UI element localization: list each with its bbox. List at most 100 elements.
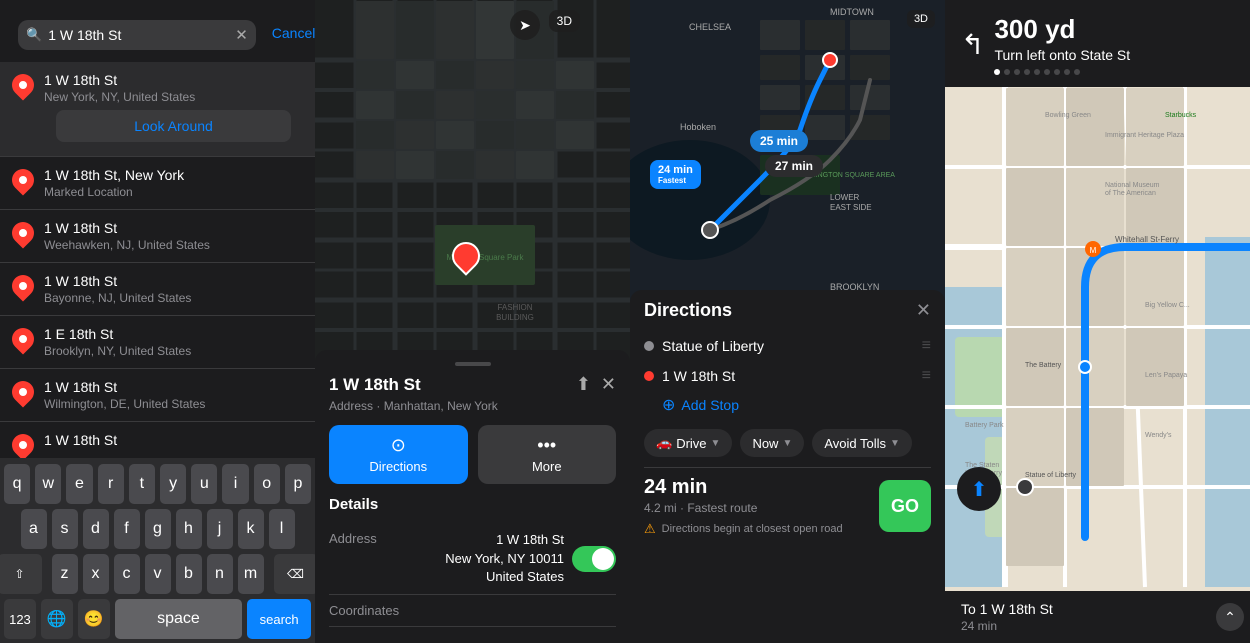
svg-text:M: M <box>1090 246 1097 255</box>
key-numbers[interactable]: 123 <box>4 599 36 639</box>
nav-map[interactable]: Whitehall St-Ferry The Battery Statue of… <box>945 87 1250 591</box>
key-shift[interactable]: ⇧ <box>0 554 42 594</box>
chevron-up-icon: ⌃ <box>1224 609 1236 626</box>
aerial-map-panel: Madison Square Park FASHION BUILDING ➤ 3… <box>315 0 630 643</box>
go-button[interactable]: GO <box>879 480 931 532</box>
key-d[interactable]: d <box>83 509 109 549</box>
address-detail-row: Address 1 W 18th St New York, NY 10011 U… <box>329 523 616 595</box>
route-options-row: 🚗 Drive ▼ Now ▼ Avoid Tolls ▼ <box>644 429 931 457</box>
key-y[interactable]: y <box>160 464 186 504</box>
key-u[interactable]: u <box>191 464 217 504</box>
more-label: More <box>532 459 562 474</box>
directions-button[interactable]: ⊙ Directions <box>329 425 468 484</box>
reorder-handle-1[interactable]: ≡ <box>922 337 931 355</box>
3d-button[interactable]: 3D <box>549 10 580 32</box>
directions-3d-button[interactable]: 3D <box>907 10 935 28</box>
key-b[interactable]: b <box>176 554 202 594</box>
key-m[interactable]: m <box>238 554 264 594</box>
compass-icon: ⬆ <box>971 477 988 502</box>
car-icon: 🚗 <box>656 435 672 451</box>
svg-text:Statue of Liberty: Statue of Liberty <box>1025 472 1076 479</box>
location-address: Address · Manhattan, New York <box>329 399 616 413</box>
route1-time: 25 min <box>760 134 798 148</box>
nav-dot-2 <box>1004 69 1010 75</box>
look-around-button[interactable]: Look Around <box>56 110 291 142</box>
recenter-button[interactable]: ⬆ <box>957 467 1001 511</box>
key-globe[interactable]: 🌐 <box>41 599 73 639</box>
search-input[interactable] <box>48 27 229 43</box>
share-button[interactable]: ⬆ <box>576 374 591 395</box>
key-c[interactable]: c <box>114 554 140 594</box>
result-subtitle: Wilmington, DE, United States <box>44 397 303 411</box>
route-warning: ⚠ Directions begin at closest open road <box>644 521 843 537</box>
nav-distance: 300 yd <box>994 14 1130 45</box>
key-r[interactable]: r <box>98 464 124 504</box>
key-emoji[interactable]: 😊 <box>78 599 110 639</box>
result-title: 1 W 18th St <box>44 432 303 448</box>
key-l[interactable]: l <box>269 509 295 549</box>
key-search[interactable]: search <box>247 599 311 639</box>
list-item[interactable]: 1 W 18th St, New York Marked Location <box>0 157 315 210</box>
list-item[interactable]: 1 W 18th St Wilmington, DE, United State… <box>0 369 315 422</box>
key-i[interactable]: i <box>222 464 248 504</box>
route-distance: 4.2 mi · Fastest route <box>644 501 843 515</box>
navigation-panel: ↰ 300 yd Turn left onto State St <box>945 0 1250 643</box>
key-x[interactable]: x <box>83 554 109 594</box>
key-t[interactable]: t <box>129 464 155 504</box>
nav-expand-button[interactable]: ⌃ <box>1216 603 1244 631</box>
drive-option-button[interactable]: 🚗 Drive ▼ <box>644 429 732 457</box>
warning-icon: ⚠ <box>644 521 656 537</box>
key-a[interactable]: a <box>21 509 47 549</box>
close-directions-button[interactable]: ✕ <box>916 300 931 321</box>
directions-map[interactable]: CHELSEA Hoboken LOWER EAST SIDE BROOKLYN… <box>630 0 945 320</box>
location-button[interactable]: ➤ <box>510 10 540 40</box>
result-title: 1 E 18th St <box>44 326 303 342</box>
add-stop-button[interactable]: ⊕ Add Stop <box>662 391 931 419</box>
time-chevron: ▼ <box>782 438 792 449</box>
avoid-tolls-button[interactable]: Avoid Tolls ▼ <box>812 429 912 457</box>
key-delete[interactable]: ⌫ <box>274 554 316 594</box>
key-w[interactable]: w <box>35 464 61 504</box>
cancel-button[interactable]: Cancel <box>272 25 315 41</box>
key-p[interactable]: p <box>285 464 311 504</box>
stop-1: Statue of Liberty ≡ <box>644 331 931 361</box>
list-item[interactable]: 1 E 18th St Brooklyn, NY, United States <box>0 316 315 369</box>
list-item[interactable]: 1 W 18th St <box>0 422 315 458</box>
key-h[interactable]: h <box>176 509 202 549</box>
location-title: 1 W 18th St <box>329 375 421 395</box>
address-toggle[interactable] <box>572 546 616 572</box>
search-panel: 🔍 ✕ Cancel 1 W 18th St New York, NY, Uni… <box>0 0 315 643</box>
key-o[interactable]: o <box>254 464 280 504</box>
close-card-button[interactable]: ✕ <box>601 374 616 395</box>
key-g[interactable]: g <box>145 509 171 549</box>
search-clear-button[interactable]: ✕ <box>235 26 248 44</box>
key-f[interactable]: f <box>114 509 140 549</box>
directions-icon: ⊙ <box>391 435 406 456</box>
key-space[interactable]: space <box>115 599 243 639</box>
fastest-time: 24 min <box>658 164 693 176</box>
key-k[interactable]: k <box>238 509 264 549</box>
key-n[interactable]: n <box>207 554 233 594</box>
key-v[interactable]: v <box>145 554 171 594</box>
fastest-label: Fastest <box>658 176 693 185</box>
result-title: 1 W 18th St, New York <box>44 167 303 183</box>
key-j[interactable]: j <box>207 509 233 549</box>
reorder-handle-2[interactable]: ≡ <box>922 367 931 385</box>
key-s[interactable]: s <box>52 509 78 549</box>
time-option-button[interactable]: Now ▼ <box>740 429 804 457</box>
more-button[interactable]: ••• More <box>478 425 617 484</box>
list-item[interactable]: 1 W 18th St Weehawken, NJ, United States <box>0 210 315 263</box>
list-item[interactable]: 1 W 18th St New York, NY, United States … <box>0 62 315 157</box>
svg-text:Hoboken: Hoboken <box>680 122 716 132</box>
address-label: Address <box>329 531 377 546</box>
key-e[interactable]: e <box>66 464 92 504</box>
key-q[interactable]: q <box>4 464 30 504</box>
list-item[interactable]: 1 W 18th St Bayonne, NJ, United States <box>0 263 315 316</box>
nav-dot-4 <box>1024 69 1030 75</box>
tolls-chevron: ▼ <box>890 438 900 449</box>
nav-instruction: Turn left onto State St <box>994 47 1130 63</box>
turn-arrow-icon: ↰ <box>961 28 984 61</box>
svg-text:EAST SIDE: EAST SIDE <box>830 203 872 212</box>
key-z[interactable]: z <box>52 554 78 594</box>
nav-progress-dots <box>994 69 1130 75</box>
